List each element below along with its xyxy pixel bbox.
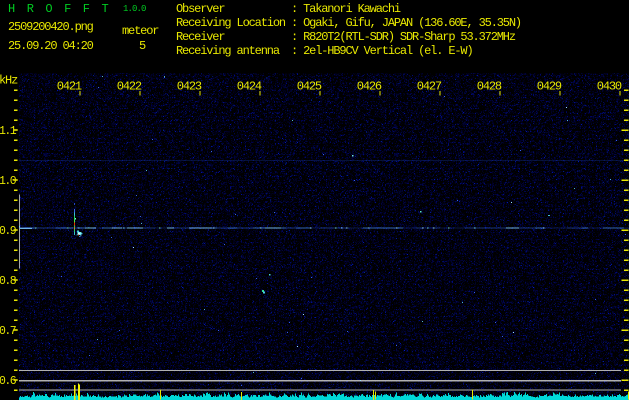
svg-text:0427: 0427 [417, 80, 442, 94]
svg-text:HROFFT: HROFFT [8, 2, 120, 16]
svg-text:Receiver: Receiver [176, 30, 225, 44]
svg-text:0426: 0426 [357, 80, 382, 94]
svg-text:: R820T2(RTL-SDR) SDR-Sharp 53: : R820T2(RTL-SDR) SDR-Sharp 53.372MHz [291, 30, 516, 44]
svg-text:0423: 0423 [177, 80, 202, 94]
svg-text:5: 5 [139, 39, 146, 53]
svg-text:0425: 0425 [297, 80, 322, 94]
svg-text:1.0: 1.0 [0, 175, 17, 188]
svg-text:1.0.0: 1.0.0 [123, 4, 146, 14]
svg-text:meteor: meteor [122, 24, 159, 38]
svg-text:0428: 0428 [477, 80, 502, 94]
svg-text:0421: 0421 [57, 80, 82, 94]
svg-text:0430: 0430 [597, 80, 622, 94]
svg-text:Observer: Observer [176, 2, 225, 16]
svg-text:1.1: 1.1 [0, 125, 17, 138]
svg-text:0429: 0429 [537, 80, 562, 94]
svg-text:: 2el-HB9CV Vertical (el. E-W): : 2el-HB9CV Vertical (el. E-W) [291, 44, 473, 58]
svg-text:2509200420.png: 2509200420.png [8, 20, 94, 34]
svg-text:Receiving antenna: Receiving antenna [176, 44, 280, 58]
svg-text:: Takanori Kawachi: : Takanori Kawachi [291, 2, 401, 16]
svg-text:0424: 0424 [237, 80, 262, 94]
svg-text:: Ogaki, Gifu, JAPAN (136.60E,: : Ogaki, Gifu, JAPAN (136.60E, 35.35N) [291, 16, 521, 30]
svg-text:25.09.20 04:20: 25.09.20 04:20 [8, 39, 94, 53]
svg-text:kHz: kHz [0, 74, 18, 88]
svg-text:0422: 0422 [117, 80, 142, 94]
svg-text:0.6: 0.6 [0, 375, 17, 388]
svg-text:0.9: 0.9 [0, 225, 17, 238]
svg-text:0.8: 0.8 [0, 275, 17, 288]
svg-text:Receiving Location: Receiving Location [176, 16, 286, 30]
svg-text:0.7: 0.7 [0, 325, 16, 338]
